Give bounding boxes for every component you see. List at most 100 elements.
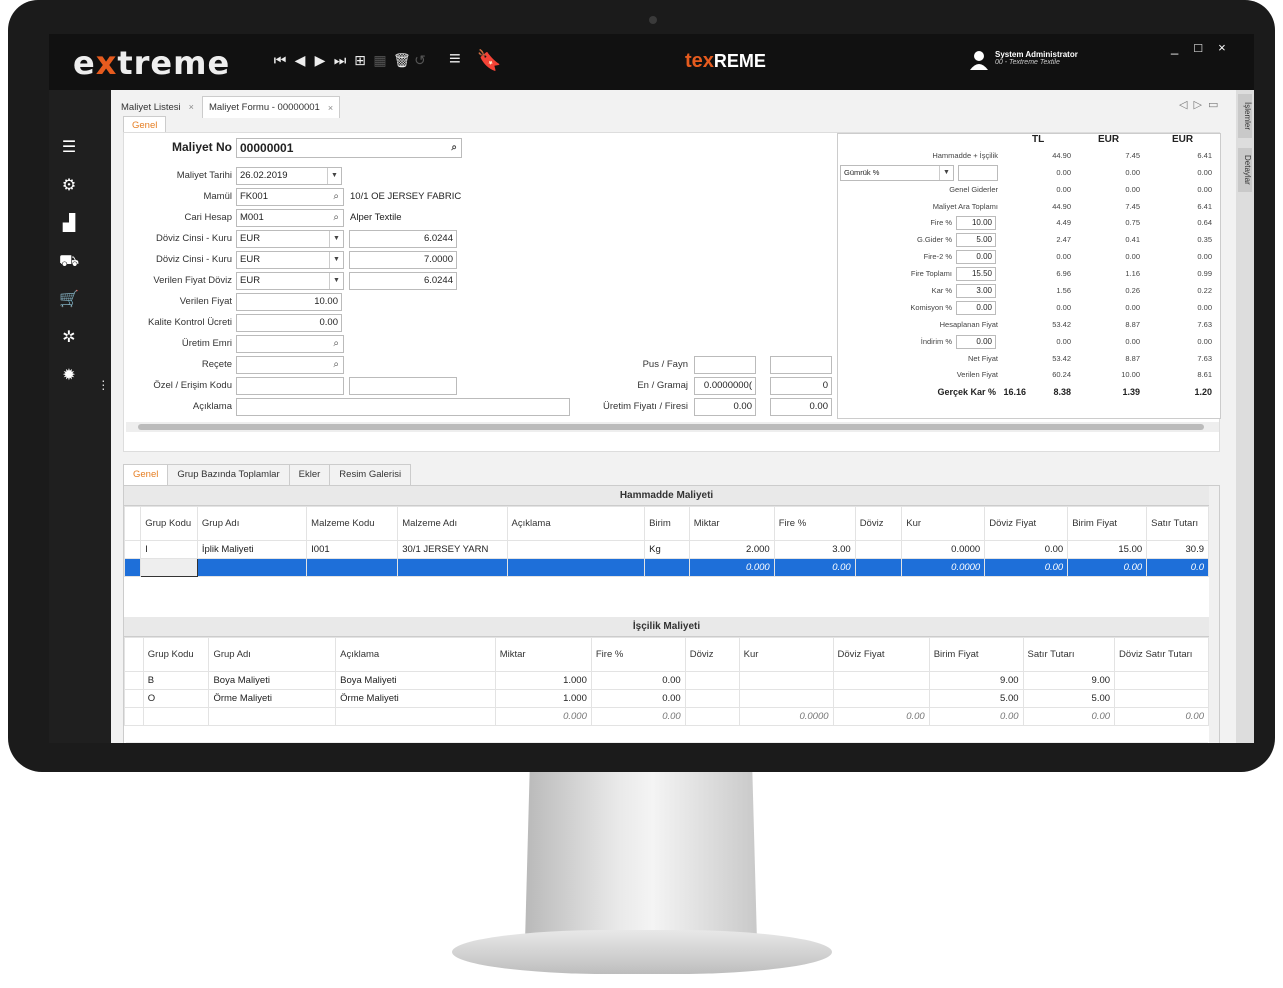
more-icon[interactable]: · · ·	[101, 373, 106, 395]
table-cell[interactable]: 5.00	[928, 689, 1024, 708]
column-header[interactable]: Döviz Fiyat	[984, 506, 1069, 541]
minimize-button[interactable]: _	[1171, 40, 1178, 55]
cart-icon[interactable]: 🛒	[59, 290, 79, 310]
table-cell[interactable]	[397, 558, 508, 577]
table-cell[interactable]: 0.00	[590, 671, 686, 690]
total-row[interactable]: 0.000 0.00 0.0000 0.00 0.00 0.0	[124, 558, 1209, 577]
forklift-icon[interactable]: ⛟	[59, 252, 79, 272]
table-cell[interactable]: 0.00	[984, 540, 1069, 559]
table-cell[interactable]: 1.000	[494, 671, 592, 690]
uretim-firesi-input[interactable]: 0.00	[770, 398, 832, 416]
gumruk-input[interactable]	[958, 165, 998, 181]
erisim-kodu-input[interactable]	[349, 377, 457, 395]
maliyet-tarihi-input[interactable]: 26.02.2019 ▼	[236, 167, 342, 185]
column-header[interactable]: Grup Adı	[196, 506, 308, 541]
doviz-kuru-2-input[interactable]: 7.0000	[349, 251, 457, 269]
truck-gear-icon[interactable]: ⚙	[59, 176, 79, 196]
tab-grup-bazinda[interactable]: Grup Bazında Toplamlar	[168, 464, 290, 486]
chevron-down-icon[interactable]: ▼	[939, 166, 953, 180]
new-record-icon[interactable]: ⊞	[353, 52, 367, 69]
chevron-down-icon[interactable]: ▼	[329, 231, 343, 247]
verilen-fiyat-kuru-input[interactable]: 6.0244	[349, 272, 457, 290]
search-icon[interactable]: ⌕	[333, 357, 339, 373]
table-cell[interactable]	[140, 558, 198, 577]
search-icon[interactable]: ⌕	[333, 336, 339, 352]
menu-icon[interactable]: ≡	[449, 48, 461, 73]
table-cell[interactable]	[208, 707, 337, 726]
table-cell[interactable]: B	[142, 671, 210, 690]
table-cell[interactable]: 0.00	[1022, 707, 1116, 726]
column-header[interactable]: Birim Fiyat	[1067, 506, 1148, 541]
search-icon[interactable]: ⌕	[451, 139, 457, 157]
table-cell[interactable]: 0.00	[1067, 558, 1148, 577]
column-header[interactable]: Kur	[901, 506, 986, 541]
table-cell[interactable]: 0.00	[590, 707, 686, 726]
tab-ekler[interactable]: Ekler	[289, 464, 331, 486]
network-icon[interactable]: ✲	[59, 328, 79, 348]
row-indicator[interactable]	[124, 671, 144, 690]
column-header[interactable]: Miktar	[688, 506, 775, 541]
table-cell[interactable]	[738, 689, 834, 708]
table-cell[interactable]	[306, 558, 399, 577]
chevron-down-icon[interactable]: ▼	[329, 273, 343, 289]
column-header[interactable]: Döviz	[854, 506, 903, 541]
verilen-fiyat-doviz-select[interactable]: EUR ▼	[236, 272, 344, 290]
table-cell[interactable]: Boya Maliyeti	[335, 671, 496, 690]
table-cell[interactable]: I001	[306, 540, 399, 559]
table-cell[interactable]: İplik Maliyeti	[196, 540, 308, 559]
table-cell[interactable]	[832, 671, 930, 690]
recete-input[interactable]: ⌕	[236, 356, 344, 374]
table-cell[interactable]: 15.00	[1067, 540, 1148, 559]
tab-maliyet-listesi[interactable]: Maliyet Listesi ×	[115, 96, 200, 118]
table-cell[interactable]	[142, 707, 210, 726]
summary-rate-input[interactable]: 0.00	[956, 335, 996, 349]
doviz-cinsi-select[interactable]: EUR ▼	[236, 230, 344, 248]
bookmark-icon[interactable]: 🔖	[477, 48, 502, 73]
kalite-kontrol-input[interactable]: 0.00	[236, 314, 342, 332]
tab-maliyet-formu[interactable]: Maliyet Formu - 00000001 ×	[201, 96, 341, 118]
first-record-icon[interactable]: ⏮	[273, 52, 287, 69]
table-cell[interactable]	[644, 558, 690, 577]
pus-input[interactable]	[694, 356, 756, 374]
prev-record-icon[interactable]: ◀	[293, 52, 307, 69]
user-info[interactable]: System Administrator 00 - Textreme Texti…	[969, 50, 1078, 70]
chevron-down-icon[interactable]: ▼	[327, 168, 341, 184]
table-cell[interactable]: 30/1 JERSEY YARN	[397, 540, 508, 559]
chevron-down-icon[interactable]: ▼	[329, 252, 343, 268]
row-indicator[interactable]	[124, 540, 142, 559]
tab-genel[interactable]: Genel	[123, 464, 169, 486]
table-cell[interactable]	[196, 558, 308, 577]
column-header[interactable]: Birim Fiyat	[928, 637, 1024, 672]
maliyet-no-input[interactable]: 00000001 ⌕	[236, 138, 462, 158]
table-cell[interactable]: 0.000	[688, 558, 775, 577]
summary-rate-input[interactable]: 5.00	[956, 233, 996, 247]
column-header[interactable]: Malzeme Adı	[397, 506, 508, 541]
save-icon[interactable]: ▦	[373, 52, 387, 69]
table-cell[interactable]	[684, 707, 740, 726]
table-cell[interactable]	[684, 689, 740, 708]
column-header[interactable]: Açıklama	[335, 637, 496, 672]
last-record-icon[interactable]: ⏭	[333, 52, 347, 69]
row-indicator[interactable]	[124, 689, 144, 708]
tab-left-icon[interactable]: ◁	[1179, 98, 1187, 111]
table-cell[interactable]: 0.0	[1146, 558, 1209, 577]
table-cell[interactable]: 0.0000	[901, 540, 986, 559]
column-header[interactable]: Grup Kodu	[142, 637, 210, 672]
summary-rate-input[interactable]: 15.50	[956, 267, 996, 281]
column-header[interactable]: Fire %	[590, 637, 686, 672]
column-header[interactable]: Döviz	[684, 637, 740, 672]
table-cell[interactable]	[506, 540, 646, 559]
table-cell[interactable]	[738, 671, 834, 690]
table-cell[interactable]: 0.0000	[901, 558, 986, 577]
table-row[interactable]: B Boya Maliyeti Boya Maliyeti 1.000 0.00 9.00…	[124, 671, 1209, 690]
table-cell[interactable]: 9.00	[928, 671, 1024, 690]
maximize-button[interactable]: □	[1194, 40, 1202, 55]
table-row[interactable]: O Örme Maliyeti Örme Maliyeti 1.000 0.00 5.00…	[124, 689, 1209, 708]
column-header[interactable]: Fire %	[773, 506, 856, 541]
column-header[interactable]: Açıklama	[506, 506, 646, 541]
form-horizontal-scrollbar[interactable]	[126, 422, 1219, 432]
table-cell[interactable]: 0.00	[1114, 707, 1209, 726]
column-header[interactable]: Döviz Fiyat	[832, 637, 930, 672]
summary-rate-input[interactable]: 3.00	[956, 284, 996, 298]
column-header[interactable]: Grup Kodu	[140, 506, 198, 541]
